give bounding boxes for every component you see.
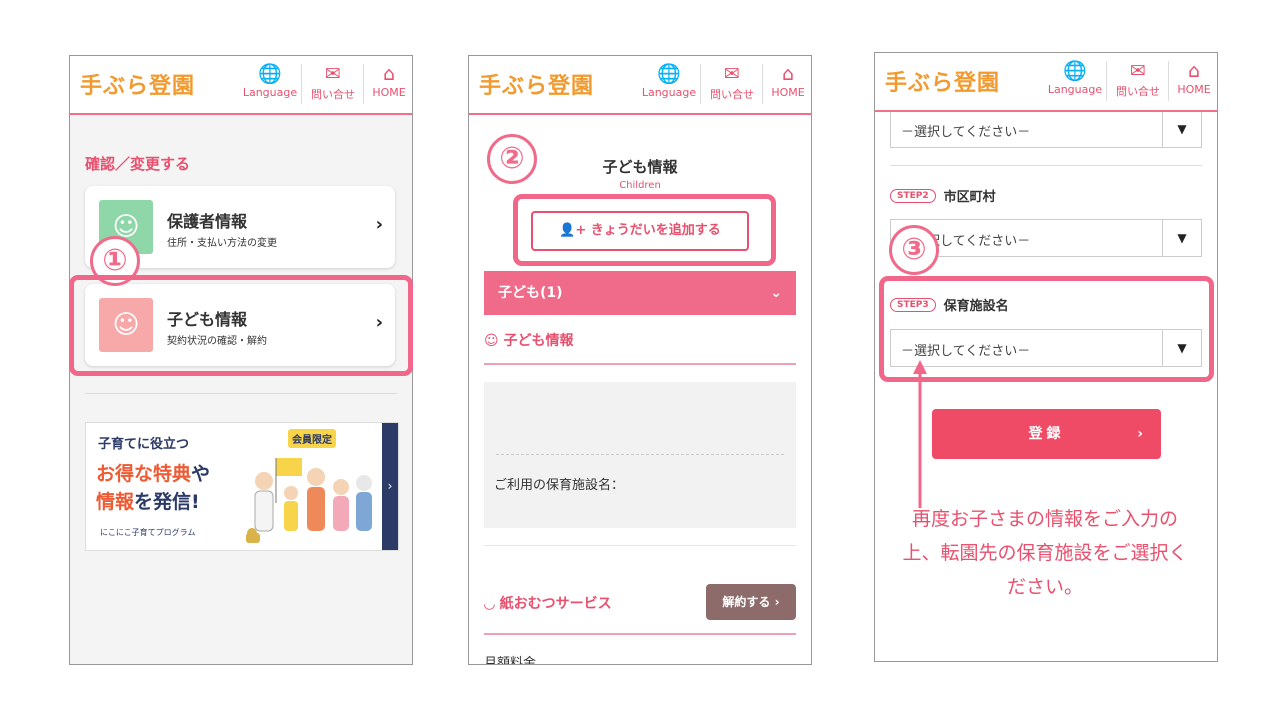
home-icon: ⌂ — [1187, 60, 1201, 82]
contact-button[interactable]: ✉ 問い合せ — [705, 62, 759, 107]
page-subtitle: Children — [619, 180, 661, 191]
logo[interactable]: 手ぶら登園 — [80, 68, 195, 100]
app-header: 手ぶら登園 🌐 Language ✉ 問い合せ ⌂ HOME — [70, 56, 412, 115]
divider — [85, 393, 397, 394]
divider — [890, 165, 1202, 166]
home-icon: ⌂ — [781, 63, 795, 85]
home-button[interactable]: ⌂ HOME — [368, 62, 410, 107]
section-title: 確認／変更する — [85, 155, 191, 173]
contact-button[interactable]: ✉ 問い合せ — [1111, 59, 1165, 104]
guardian-info-title: 保護者情報 — [167, 212, 248, 231]
highlight-add-sibling — [513, 194, 776, 266]
mail-icon: ✉ — [724, 63, 740, 85]
child-face-icon: ☺ — [484, 333, 504, 349]
members-badge: 会員限定 — [288, 429, 336, 448]
dropdown-arrow-icon: ▼ — [1162, 111, 1201, 147]
pointer-arrow — [913, 360, 927, 508]
chevron-right-icon: › — [375, 214, 383, 235]
banner-footer: にこにこ子育てプログラム — [100, 528, 196, 537]
chevron-right-icon: › — [1137, 426, 1143, 442]
instruction-note: 再度お子さまの情報をご入力の上、転園先の保育施設をご選択ください。 — [902, 508, 1188, 598]
child-info-subheading: ☺ 子ども情報 — [484, 333, 574, 349]
family-illustration — [246, 458, 372, 543]
promo-banner[interactable]: 子育てに役立つ お得な特典や 情報を発信! にこにこ子育てプログラム 会員限定 … — [85, 422, 399, 551]
banner-line1: 子育てに役立つ — [98, 437, 190, 452]
facility-label: ご利用の保育施設名： — [494, 478, 625, 493]
page-title: 子ども情報 — [602, 158, 678, 176]
globe-icon: 🌐 — [657, 63, 681, 85]
child-info-box: ご利用の保育施設名： — [484, 382, 796, 528]
highlight-child-info — [69, 275, 413, 376]
banner-line2: お得な特典や — [96, 463, 211, 485]
home-icon: ⌂ — [382, 63, 396, 85]
home-button[interactable]: ⌂ HOME — [767, 62, 809, 107]
monthly-fee-label: 月額料金 — [484, 656, 537, 665]
language-button[interactable]: 🌐 Language — [242, 62, 298, 107]
guardian-info-sub: 住所・支払い方法の変更 — [167, 238, 277, 249]
child-accordion-bar[interactable]: 子ども(1) ⌄ — [484, 271, 796, 315]
app-header: 手ぶら登園 🌐 Language ✉ 問い合せ ⌂ HOME — [875, 53, 1217, 112]
chevron-down-icon: ⌄ — [770, 285, 782, 301]
globe-icon: 🌐 — [258, 63, 282, 85]
divider — [484, 363, 796, 365]
dropdown-arrow-icon: ▼ — [1162, 220, 1201, 256]
language-button[interactable]: 🌐 Language — [641, 62, 697, 107]
divider — [484, 545, 796, 546]
language-button[interactable]: 🌐 Language — [1047, 59, 1103, 104]
contact-button[interactable]: ✉ 問い合せ — [306, 62, 360, 107]
banner-next-arrow[interactable]: › — [382, 423, 398, 550]
diaper-service-heading: ◡ 紙おむつサービス — [484, 596, 612, 612]
divider — [484, 633, 796, 635]
logo[interactable]: 手ぶら登園 — [479, 68, 594, 100]
cancel-button[interactable]: 解約する › — [706, 584, 796, 620]
mail-icon: ✉ — [1130, 60, 1146, 82]
banner-line3: 情報を発信! — [96, 491, 200, 513]
home-button[interactable]: ⌂ HOME — [1173, 59, 1215, 104]
phone-screen-2: 手ぶら登園 🌐 Language ✉ 問い合せ ⌂ HOME ② 子ども情報 Chil… — [468, 55, 812, 665]
globe-icon: 🌐 — [1063, 60, 1087, 82]
logo[interactable]: 手ぶら登園 — [885, 65, 1000, 97]
diaper-icon: ◡ — [484, 596, 500, 612]
register-button[interactable]: 登録 › — [932, 409, 1161, 459]
step2-label: STEP2 市区町村 — [890, 186, 996, 205]
mail-icon: ✉ — [325, 63, 341, 85]
prefecture-select[interactable]: －選択してください－ ▼ — [890, 110, 1202, 148]
step-marker-3: ③ — [889, 225, 939, 275]
app-header: 手ぶら登園 🌐 Language ✉ 問い合せ ⌂ HOME — [469, 56, 811, 115]
